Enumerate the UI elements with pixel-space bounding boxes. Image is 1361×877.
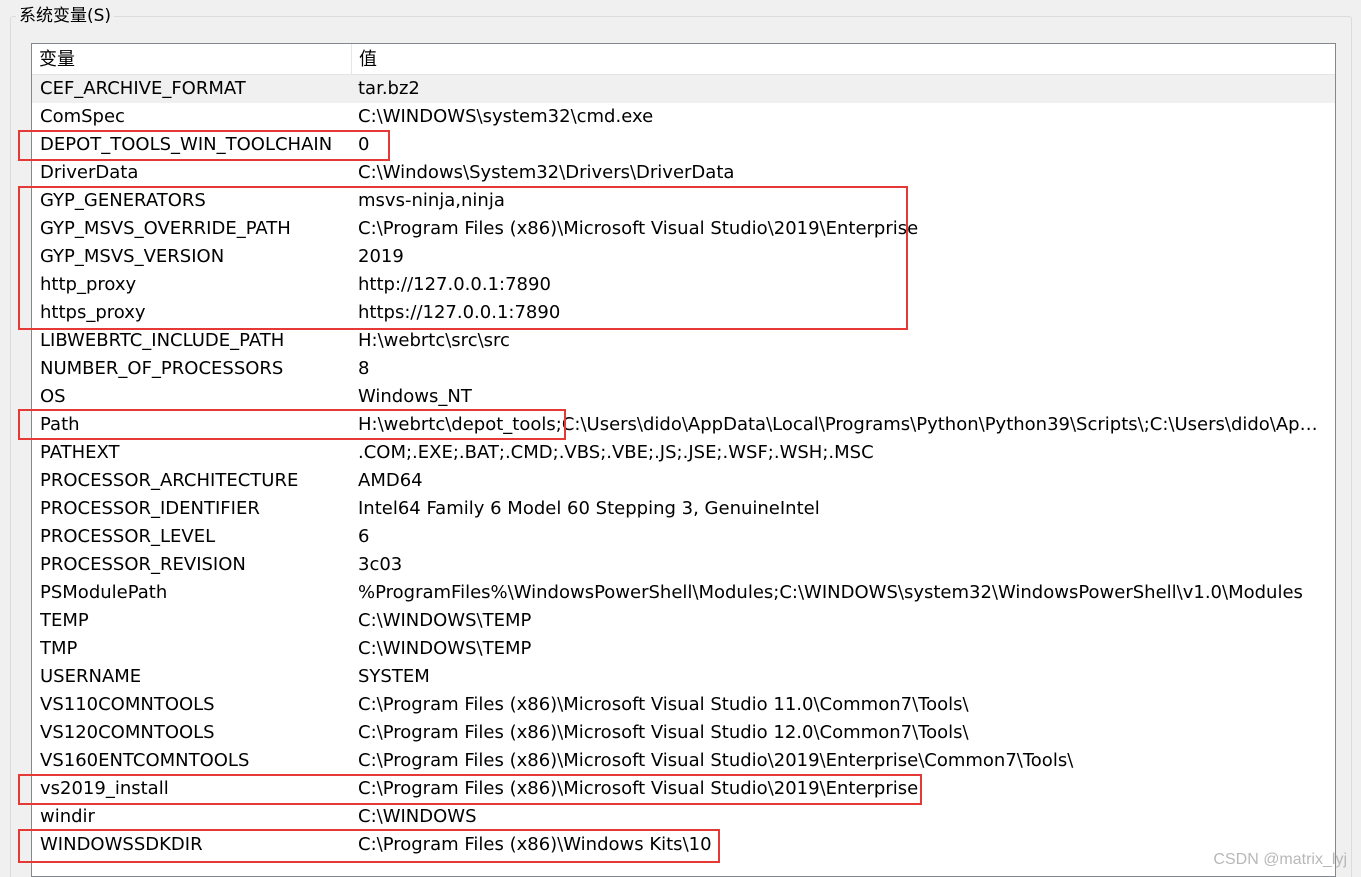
list-item[interactable]: https_proxy https://127.0.0.1:7890	[32, 299, 1335, 327]
variable-value: H:\webrtc\src\src	[358, 330, 510, 351]
column-header-value[interactable]: 值	[352, 44, 1335, 74]
variable-name: DriverData	[40, 162, 139, 183]
variable-value: SYSTEM	[358, 666, 430, 687]
variable-value: msvs-ninja,ninja	[358, 190, 505, 211]
variable-value: tar.bz2	[358, 78, 420, 99]
list-item[interactable]: GYP_MSVS_VERSION 2019	[32, 243, 1335, 271]
list-item[interactable]: PROCESSOR_ARCHITECTURE AMD64	[32, 467, 1335, 495]
variable-name: LIBWEBRTC_INCLUDE_PATH	[40, 330, 285, 351]
variable-value: 0	[358, 134, 370, 155]
variable-value: C:\Program Files (x86)\Windows Kits\10	[358, 834, 712, 855]
variable-value: C:\WINDOWS\system32\cmd.exe	[358, 106, 654, 127]
list-item[interactable]: PROCESSOR_LEVEL 6	[32, 523, 1335, 551]
variable-name: ComSpec	[40, 106, 125, 127]
variable-value: Intel64 Family 6 Model 60 Stepping 3, Ge…	[358, 498, 820, 519]
list-item[interactable]: windir C:\WINDOWS	[32, 803, 1335, 831]
variable-name: VS160ENTCOMNTOOLS	[40, 750, 250, 771]
list-item[interactable]: LIBWEBRTC_INCLUDE_PATH H:\webrtc\src\src	[32, 327, 1335, 355]
variable-name: Path	[40, 414, 80, 435]
variable-value: C:\WINDOWS\TEMP	[358, 610, 532, 631]
list-header: 变量 值	[32, 44, 1335, 75]
list-item[interactable]: DEPOT_TOOLS_WIN_TOOLCHAIN 0	[32, 131, 1335, 159]
variable-name: WINDOWSSDKDIR	[40, 834, 203, 855]
variable-name: https_proxy	[40, 302, 146, 323]
list-item[interactable]: TMP C:\WINDOWS\TEMP	[32, 635, 1335, 663]
system-variables-panel: 系统变量(S) 变量 值 CEF_ARCHIVE_FORMAT tar.bz2 Co…	[0, 0, 1361, 877]
list-item[interactable]: GYP_GENERATORS msvs-ninja,ninja	[32, 187, 1335, 215]
variable-value: C:\WINDOWS	[358, 806, 477, 827]
variable-value: 8	[358, 358, 370, 379]
variable-value: 6	[358, 526, 370, 547]
variable-value: C:\Program Files (x86)\Microsoft Visual …	[358, 778, 919, 799]
list-item[interactable]: Path H:\webrtc\depot_tools;C:\Users\dido\…	[32, 411, 1335, 439]
list-item[interactable]: PROCESSOR_REVISION 3c03	[32, 551, 1335, 579]
list-item[interactable]: PSModulePath %ProgramFiles%\WindowsPowerS…	[32, 579, 1335, 607]
variable-name: DEPOT_TOOLS_WIN_TOOLCHAIN	[40, 134, 333, 155]
column-header-variable[interactable]: 变量	[32, 44, 352, 74]
variable-name: PROCESSOR_REVISION	[40, 554, 246, 575]
list-item[interactable]: WINDOWSSDKDIR C:\Program Files (x86)\Wind…	[32, 831, 1335, 859]
variable-name: TMP	[40, 638, 78, 659]
variable-name: PROCESSOR_IDENTIFIER	[40, 498, 260, 519]
variable-value: C:\WINDOWS\TEMP	[358, 638, 532, 659]
list-item[interactable]: USERNAME SYSTEM	[32, 663, 1335, 691]
variable-value: Windows_NT	[358, 386, 472, 407]
variable-name: VS110COMNTOOLS	[40, 694, 215, 715]
list-item[interactable]: VS120COMNTOOLS C:\Program Files (x86)\Mic…	[32, 719, 1335, 747]
list-item[interactable]: PATHEXT .COM;.EXE;.BAT;.CMD;.VBS;.VBE;.JS…	[32, 439, 1335, 467]
list-item[interactable]: CEF_ARCHIVE_FORMAT tar.bz2	[32, 75, 1335, 103]
variable-value: C:\Program Files (x86)\Microsoft Visual …	[358, 694, 969, 715]
list-item[interactable]: VS160ENTCOMNTOOLS C:\Program Files (x86)\…	[32, 747, 1335, 775]
variable-name: PATHEXT	[40, 442, 120, 463]
list-item[interactable]: GYP_MSVS_OVERRIDE_PATH C:\Program Files (…	[32, 215, 1335, 243]
group-title: 系统变量(S)	[16, 5, 115, 27]
variable-name: NUMBER_OF_PROCESSORS	[40, 358, 284, 379]
list-item[interactable]: PROCESSOR_IDENTIFIER Intel64 Family 6 Mod…	[32, 495, 1335, 523]
variable-value: C:\Windows\System32\Drivers\DriverData	[358, 162, 735, 183]
list-item[interactable]: NUMBER_OF_PROCESSORS 8	[32, 355, 1335, 383]
variable-name: OS	[40, 386, 66, 407]
variable-name: GYP_MSVS_OVERRIDE_PATH	[40, 218, 291, 239]
variables-list[interactable]: 变量 值 CEF_ARCHIVE_FORMAT tar.bz2 ComSpec C:\…	[31, 43, 1336, 877]
list-item[interactable]: TEMP C:\WINDOWS\TEMP	[32, 607, 1335, 635]
variable-name: PSModulePath	[40, 582, 168, 603]
variable-name: http_proxy	[40, 274, 137, 295]
variable-value: http://127.0.0.1:7890	[358, 274, 551, 295]
list-item[interactable]: VS110COMNTOOLS C:\Program Files (x86)\Mic…	[32, 691, 1335, 719]
variable-name: vs2019_install	[40, 778, 169, 799]
variable-value: AMD64	[358, 470, 423, 491]
variable-name: GYP_MSVS_VERSION	[40, 246, 225, 267]
variable-value: H:\webrtc\depot_tools;C:\Users\dido\AppD…	[358, 414, 1328, 435]
list-item[interactable]: ComSpec C:\WINDOWS\system32\cmd.exe	[32, 103, 1335, 131]
variable-name: GYP_GENERATORS	[40, 190, 206, 211]
variable-value: C:\Program Files (x86)\Microsoft Visual …	[358, 218, 919, 239]
list-item[interactable]: vs2019_install C:\Program Files (x86)\Mic…	[32, 775, 1335, 803]
variable-value: 3c03	[358, 554, 403, 575]
list-rows: CEF_ARCHIVE_FORMAT tar.bz2 ComSpec C:\WINDO…	[32, 75, 1335, 859]
variable-name: PROCESSOR_ARCHITECTURE	[40, 470, 299, 491]
variable-name: TEMP	[40, 610, 89, 631]
variable-name: USERNAME	[40, 666, 142, 687]
variable-name: windir	[40, 806, 95, 827]
variable-value: %ProgramFiles%\WindowsPowerShell\Modules…	[358, 582, 1303, 603]
list-item[interactable]: OS Windows_NT	[32, 383, 1335, 411]
variable-name: CEF_ARCHIVE_FORMAT	[40, 78, 246, 99]
variable-value: .COM;.EXE;.BAT;.CMD;.VBS;.VBE;.JS;.JSE;.…	[358, 442, 874, 463]
variable-value: 2019	[358, 246, 404, 267]
list-item[interactable]: http_proxy http://127.0.0.1:7890	[32, 271, 1335, 299]
watermark: CSDN @matrix_lyj	[1213, 851, 1347, 868]
list-item[interactable]: DriverData C:\Windows\System32\Drivers\Dr…	[32, 159, 1335, 187]
variable-value: C:\Program Files (x86)\Microsoft Visual …	[358, 722, 969, 743]
variable-value: https://127.0.0.1:7890	[358, 302, 561, 323]
variable-name: VS120COMNTOOLS	[40, 722, 215, 743]
variable-name: PROCESSOR_LEVEL	[40, 526, 216, 547]
variable-value: C:\Program Files (x86)\Microsoft Visual …	[358, 750, 1074, 771]
